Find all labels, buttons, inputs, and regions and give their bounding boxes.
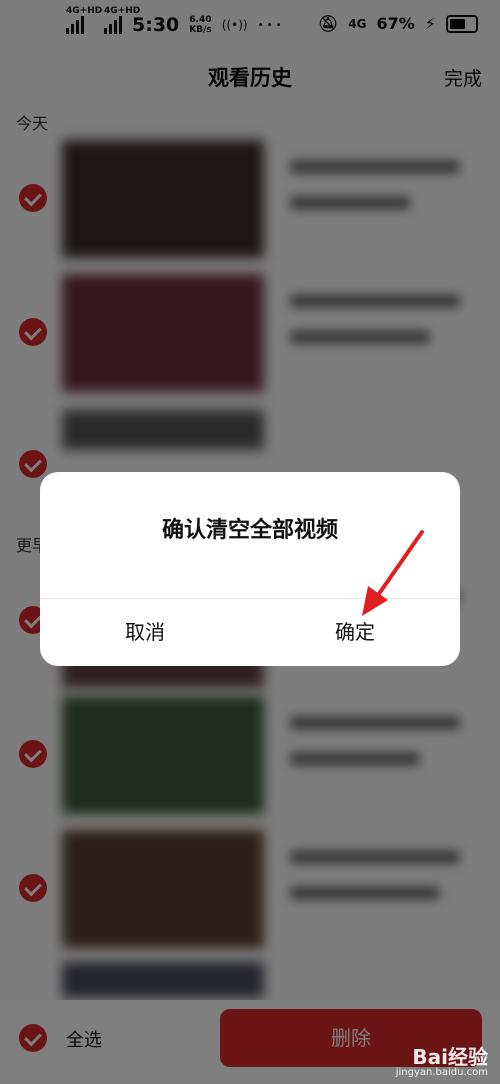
baidu-watermark: Bai经验 jingyan.baidu.com <box>396 1041 488 1078</box>
red-arrow-annotation <box>362 530 424 616</box>
watermark-brand: Bai经验 <box>412 1045 488 1069</box>
watermark-url: jingyan.baidu.com <box>395 1067 488 1078</box>
cancel-button[interactable]: 取消 <box>40 598 250 666</box>
